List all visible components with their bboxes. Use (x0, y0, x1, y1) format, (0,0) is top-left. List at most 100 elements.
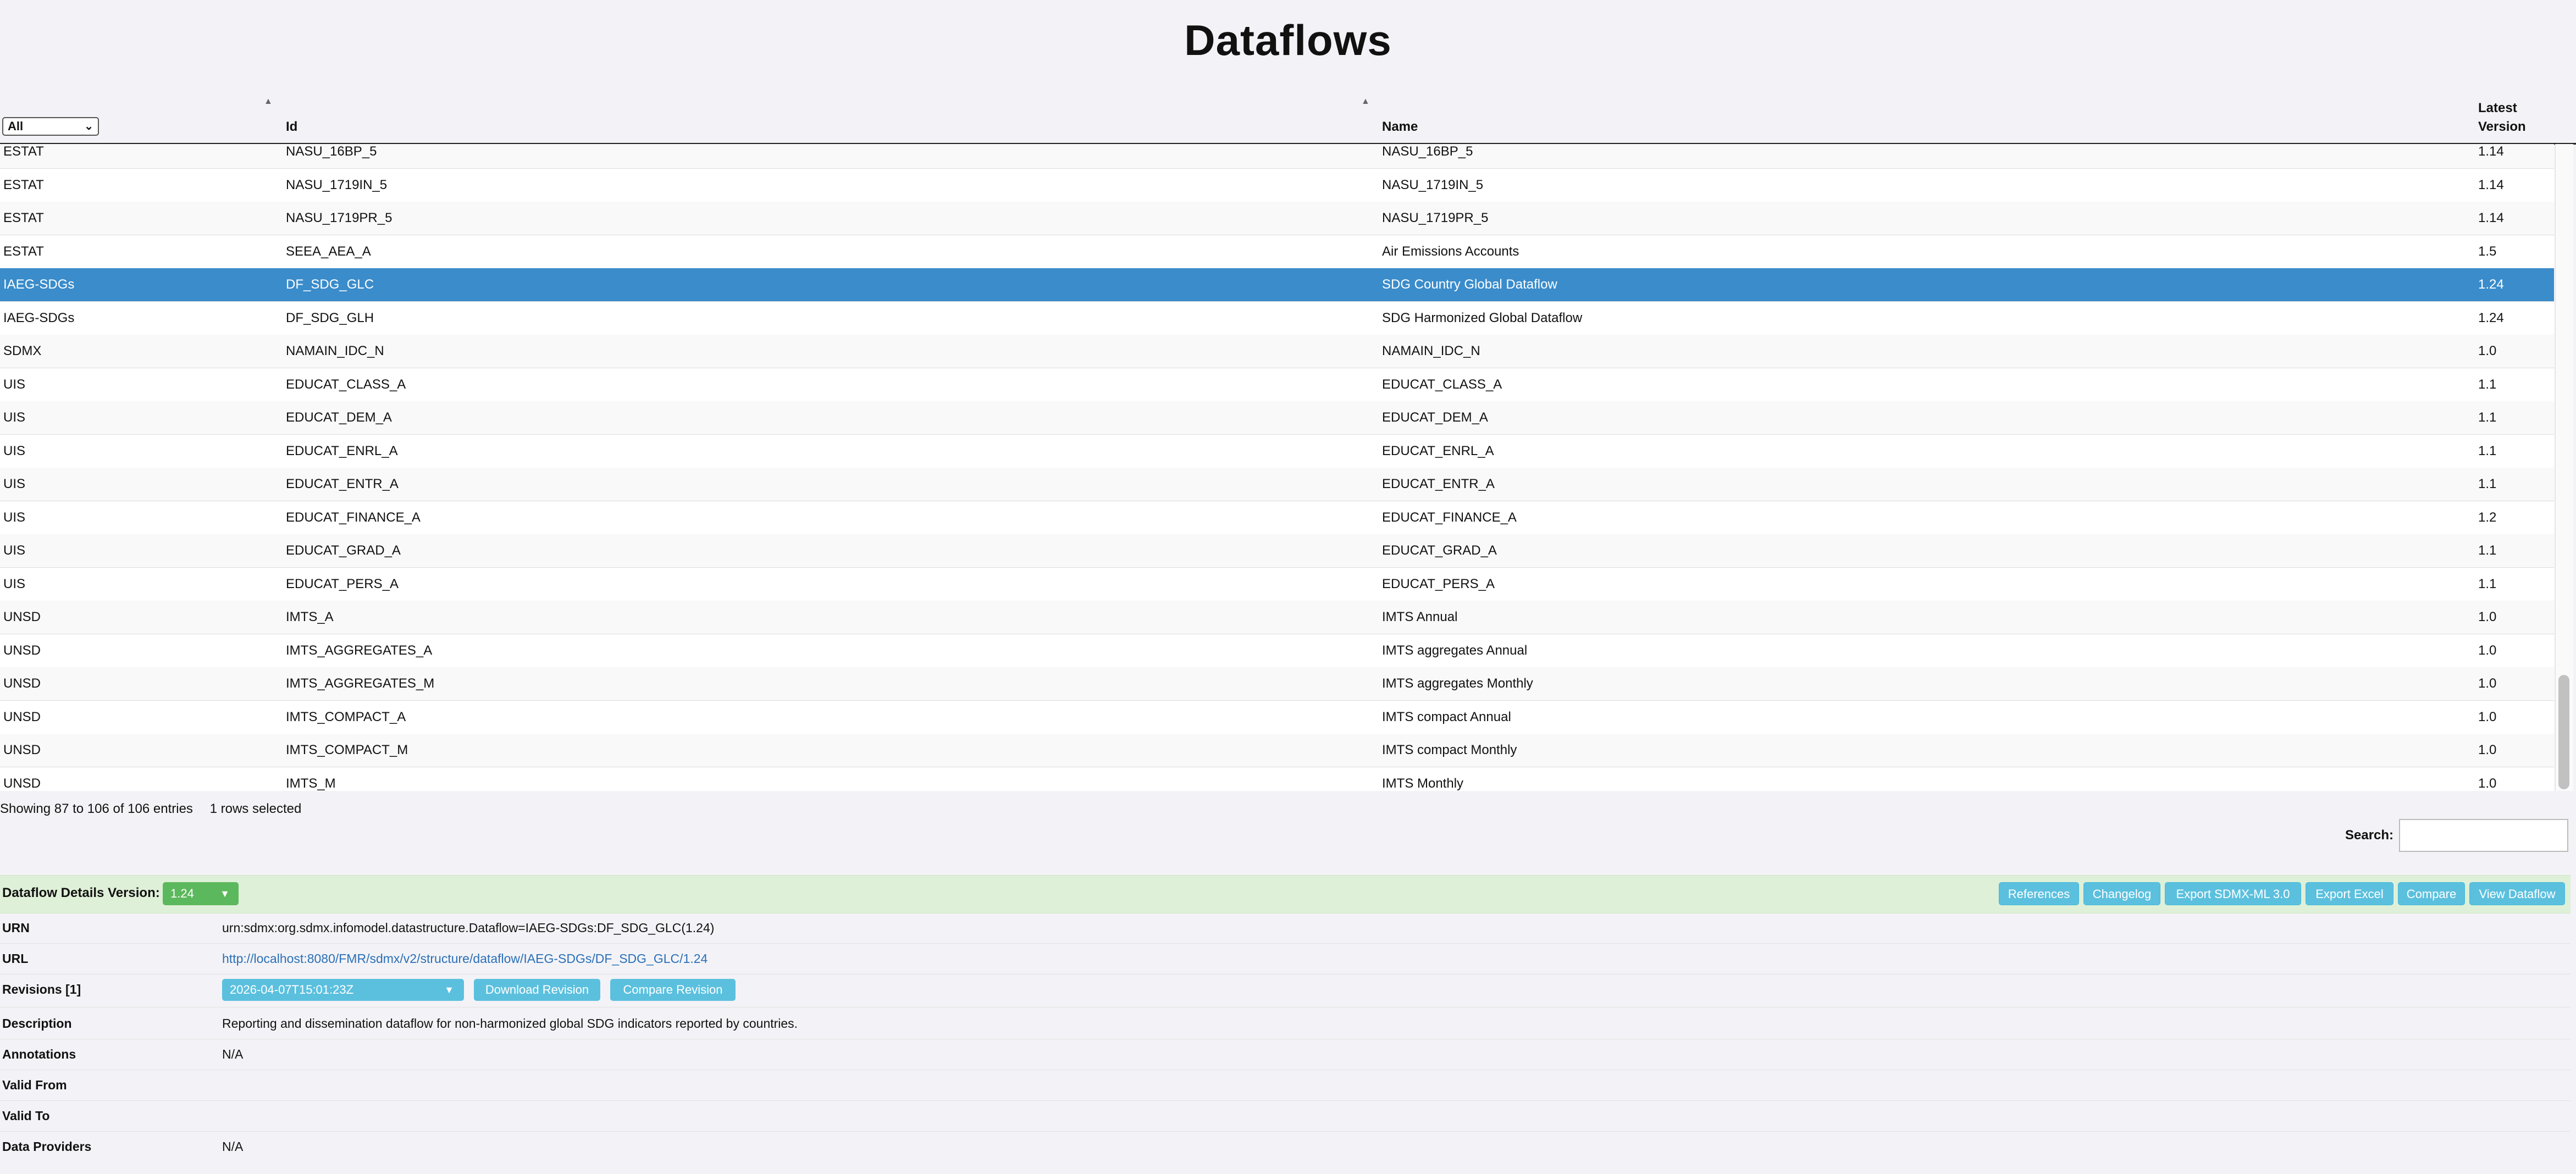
cell-agency: ESTAT (3, 144, 44, 159)
table-row[interactable]: UIS EDUCAT_ENTR_A EDUCAT_ENTR_A 1.1 (0, 468, 2554, 501)
cell-id: EDUCAT_GRAD_A (286, 543, 401, 558)
cell-id: SEEA_AEA_A (286, 243, 371, 259)
cell-name: IMTS aggregates Annual (1382, 643, 1528, 658)
export-excel-button[interactable]: Export Excel (2306, 882, 2393, 905)
table-row[interactable]: UNSD IMTS_COMPACT_A IMTS compact Annual 1.0 (0, 700, 2554, 734)
detail-row-data-providers: Data Providers N/A (2, 1139, 244, 1154)
table-scrollbar-thumb[interactable] (2558, 675, 2569, 789)
cell-agency: UNSD (3, 643, 41, 658)
table-info: Showing 87 to 106 of 106 entries 1 rows … (0, 801, 302, 816)
search-label: Search: (2345, 828, 2394, 843)
cell-version: 1.0 (2478, 344, 2497, 358)
cell-agency: SDMX (3, 344, 42, 358)
table-row[interactable]: UIS EDUCAT_FINANCE_A EDUCAT_FINANCE_A 1.2 (0, 501, 2554, 535)
cell-version: 1.2 (2478, 510, 2497, 525)
cell-name: SDG Harmonized Global Dataflow (1382, 310, 1583, 325)
compare-revision-button[interactable]: Compare Revision (610, 979, 736, 1001)
cell-id: IMTS_A (286, 610, 334, 624)
view-dataflow-button[interactable]: View Dataflow (2469, 882, 2565, 905)
cell-agency: ESTAT (3, 177, 44, 192)
cell-agency: ESTAT (3, 243, 44, 259)
cell-version: 1.1 (2478, 410, 2497, 425)
cell-name: Air Emissions Accounts (1382, 243, 1519, 259)
table-row[interactable]: ESTAT NASU_1719IN_5 NASU_1719IN_5 1.14 (0, 168, 2554, 202)
cell-name: EDUCAT_FINANCE_A (1382, 510, 1517, 525)
table-row[interactable]: UNSD IMTS_A IMTS Annual 1.0 (0, 601, 2554, 634)
cell-name: NASU_1719IN_5 (1382, 177, 1484, 192)
cell-id: DF_SDG_GLC (286, 277, 374, 292)
column-header-name[interactable]: Name (1382, 118, 1418, 136)
column-header-version[interactable]: Latest Version (2478, 99, 2526, 136)
cell-version: 1.0 (2478, 676, 2497, 691)
cell-id: IMTS_COMPACT_M (286, 743, 408, 757)
cell-agency: UIS (3, 510, 26, 525)
table-row[interactable]: ESTAT NASU_16BP_5 NASU_16BP_5 1.14 (0, 144, 2554, 169)
table-row[interactable]: UIS EDUCAT_ENRL_A EDUCAT_ENRL_A 1.1 (0, 434, 2554, 468)
cell-version: 1.14 (2478, 211, 2504, 225)
search-input[interactable] (2399, 819, 2568, 852)
download-revision-button[interactable]: Download Revision (474, 979, 600, 1001)
cell-version: 1.5 (2478, 243, 2497, 259)
table-row[interactable]: UNSD IMTS_AGGREGATES_A IMTS aggregates Ann… (0, 634, 2554, 668)
detail-row-description: Description Reporting and dissemination … (0, 1008, 2571, 1039)
cell-name: EDUCAT_PERS_A (1382, 576, 1495, 591)
table-row[interactable]: UIS EDUCAT_PERS_A EDUCAT_PERS_A 1.1 (0, 567, 2554, 601)
references-button[interactable]: References (1999, 882, 2079, 905)
cell-id: DF_SDG_GLH (286, 310, 374, 325)
column-header-id[interactable]: Id (286, 118, 297, 136)
sort-asc-icon[interactable]: ▲ (1361, 97, 1370, 107)
cell-name: NASU_1719PR_5 (1382, 211, 1489, 225)
cell-id: EDUCAT_ENRL_A (286, 443, 398, 458)
table-row[interactable]: UNSD IMTS_AGGREGATES_M IMTS aggregates Mon… (0, 667, 2554, 701)
cell-version: 1.14 (2478, 144, 2504, 159)
cell-name: IMTS aggregates Monthly (1382, 676, 1533, 691)
cell-name: SDG Country Global Dataflow (1382, 277, 1557, 292)
cell-agency: UIS (3, 576, 26, 591)
compare-button[interactable]: Compare (2398, 882, 2465, 905)
table-row[interactable]: ESTAT SEEA_AEA_A Air Emissions Accounts 1.5 (0, 235, 2554, 269)
cell-id: IMTS_AGGREGATES_A (286, 643, 433, 658)
table-row[interactable]: UNSD IMTS_M IMTS Monthly 1.0 (0, 767, 2554, 791)
cell-agency: UIS (3, 443, 26, 458)
cell-version: 1.0 (2478, 776, 2497, 791)
cell-id: EDUCAT_FINANCE_A (286, 510, 421, 525)
table-row[interactable]: UIS EDUCAT_CLASS_A EDUCAT_CLASS_A 1.1 (0, 368, 2554, 402)
detail-row-revisions: Revisions [1] 2026-04-07T15:01:23Z ▼ Dow… (0, 974, 2571, 1007)
cell-agency: UNSD (3, 709, 41, 724)
cell-id: NASU_1719PR_5 (286, 211, 393, 225)
version-select[interactable]: 1.24 ▼ (163, 882, 239, 905)
revision-select[interactable]: 2026-04-07T15:01:23Z ▼ (222, 979, 464, 1001)
details-title: Dataflow Details Version: (2, 885, 160, 900)
cell-version: 1.1 (2478, 477, 2497, 491)
agency-filter-select[interactable]: All ⌄ (2, 117, 99, 136)
table-row[interactable]: SDMX NAMAIN_IDC_N NAMAIN_IDC_N 1.0 (0, 335, 2554, 368)
changelog-button[interactable]: Changelog (2083, 882, 2160, 905)
chevron-down-icon: ⌄ (84, 120, 93, 132)
detail-row-url: URL http://localhost:8080/FMR/sdmx/v2/st… (0, 943, 2571, 974)
table-row[interactable]: ESTAT NASU_1719PR_5 NASU_1719PR_5 1.14 (0, 202, 2554, 235)
table-header: ▲ Id ▲ Name Latest Version (0, 93, 2576, 145)
table-row[interactable]: UNSD IMTS_COMPACT_M IMTS compact Monthly 1.… (0, 734, 2554, 767)
cell-name: EDUCAT_ENTR_A (1382, 477, 1495, 491)
cell-id: EDUCAT_ENTR_A (286, 477, 399, 491)
caret-down-icon: ▼ (444, 984, 454, 995)
cell-agency: UNSD (3, 676, 41, 691)
table-row[interactable]: UIS EDUCAT_GRAD_A EDUCAT_GRAD_A 1.1 (0, 534, 2554, 568)
cell-version: 1.1 (2478, 376, 2497, 392)
cell-id: IMTS_AGGREGATES_M (286, 676, 435, 691)
cell-version: 1.0 (2478, 610, 2497, 624)
cell-version: 1.0 (2478, 743, 2497, 757)
cell-id: NASU_16BP_5 (286, 144, 377, 159)
cell-id: EDUCAT_PERS_A (286, 576, 399, 591)
table-row[interactable]: UIS EDUCAT_DEM_A EDUCAT_DEM_A 1.1 (0, 401, 2554, 435)
cell-name: EDUCAT_CLASS_A (1382, 376, 1502, 392)
export-sdmx-button[interactable]: Export SDMX-ML 3.0 (2165, 882, 2301, 905)
url-link[interactable]: http://localhost:8080/FMR/sdmx/v2/struct… (222, 943, 707, 974)
sort-asc-icon[interactable]: ▲ (264, 97, 273, 107)
cell-name: IMTS Monthly (1382, 776, 1464, 791)
cell-agency: UIS (3, 543, 26, 558)
cell-id: IMTS_COMPACT_A (286, 709, 406, 724)
cell-id: IMTS_M (286, 776, 336, 791)
table-row[interactable]: IAEG-SDGs DF_SDG_GLH SDG Harmonized Global… (0, 301, 2554, 335)
table-row-selected[interactable]: IAEG-SDGs DF_SDG_GLC SDG Country Global Da… (0, 268, 2554, 302)
